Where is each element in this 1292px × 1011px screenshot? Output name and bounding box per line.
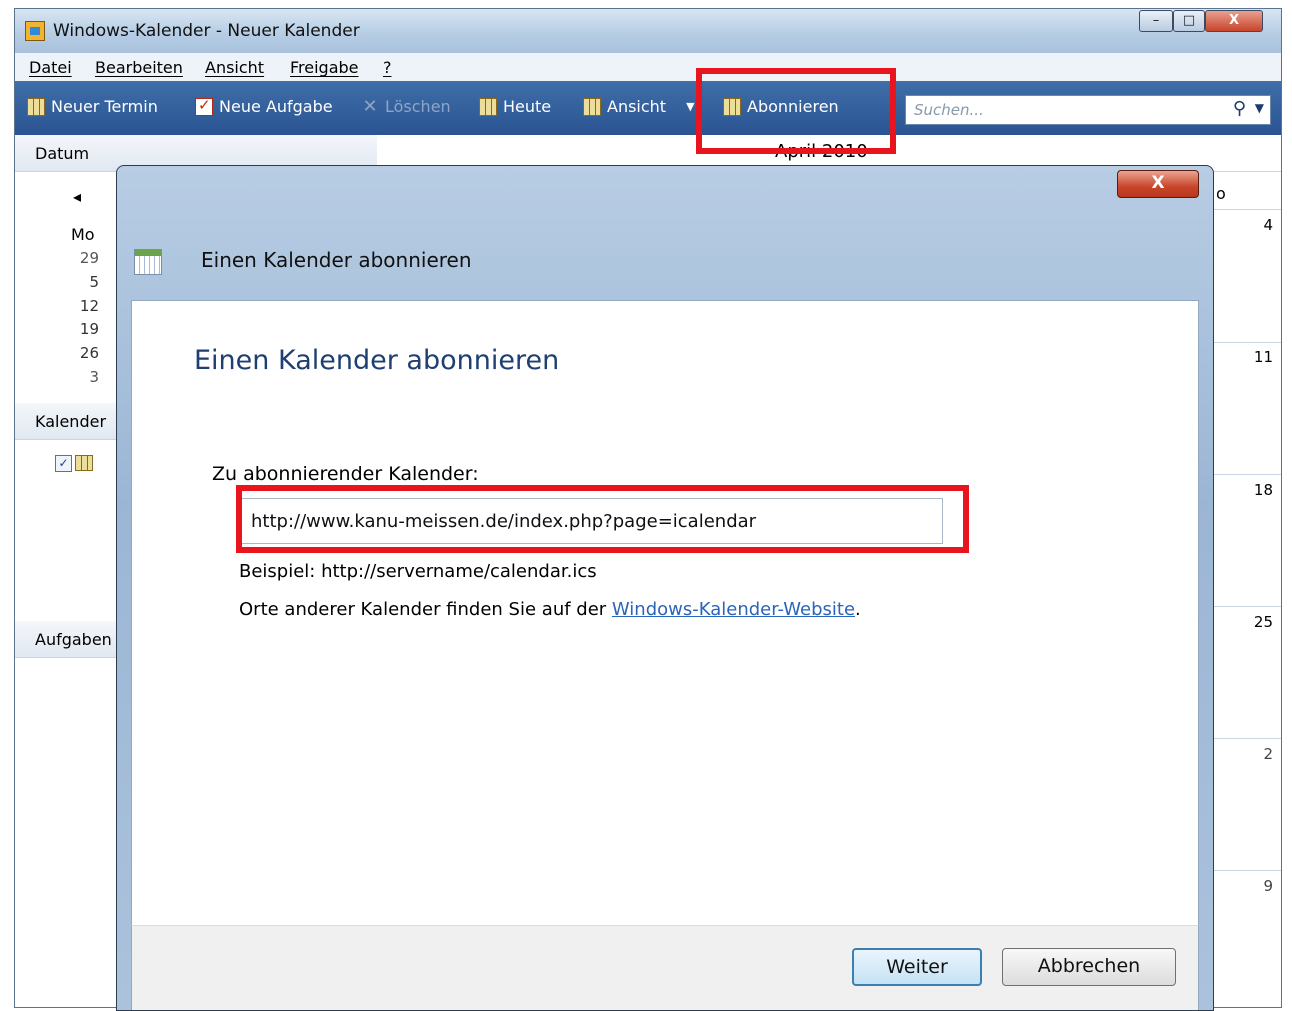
new-task-label: Neue Aufgabe bbox=[219, 97, 333, 116]
menu-bar: Datei Bearbeiten Ansicht Freigabe ? bbox=[15, 53, 1281, 82]
chevron-down-icon: ▼ bbox=[686, 100, 695, 113]
week-divider bbox=[1213, 342, 1281, 343]
find-suffix: . bbox=[855, 599, 861, 620]
delete-x-icon: ✕ bbox=[362, 95, 378, 117]
menu-freigabe[interactable]: Freigabe bbox=[290, 58, 359, 77]
menu-help[interactable]: ? bbox=[383, 58, 392, 77]
find-calendars-text: Orte anderer Kalender finden Sie auf der… bbox=[239, 599, 861, 620]
day-cell-number[interactable]: 18 bbox=[1253, 481, 1273, 499]
day-number[interactable]: 29 bbox=[75, 249, 99, 267]
next-button[interactable]: Weiter bbox=[852, 948, 982, 986]
tasks-header-label: Aufgaben bbox=[35, 630, 112, 649]
menu-datei[interactable]: Datei bbox=[29, 58, 72, 77]
day-number[interactable]: 12 bbox=[75, 297, 99, 315]
day-number[interactable]: 19 bbox=[75, 320, 99, 338]
week-divider bbox=[1213, 606, 1281, 607]
dialog-body: Einen Kalender abonnieren Zu abonnierend… bbox=[131, 300, 1199, 926]
calendar-grid-icon bbox=[479, 97, 497, 116]
today-button[interactable]: Heute bbox=[479, 97, 551, 116]
day-number[interactable]: 3 bbox=[75, 368, 99, 386]
week-divider bbox=[1213, 870, 1281, 871]
url-label: Zu abonnierender Kalender: bbox=[212, 463, 479, 485]
toolbar: Neuer Termin Neue Aufgabe ✕ Löschen Heut… bbox=[15, 81, 1281, 135]
calendar-grid-icon bbox=[27, 97, 45, 116]
week-divider bbox=[1213, 474, 1281, 475]
title-bar[interactable]: Windows-Kalender - Neuer Kalender – □ X bbox=[15, 9, 1281, 53]
day-cell-number[interactable]: 25 bbox=[1253, 613, 1273, 631]
task-check-icon bbox=[195, 96, 213, 116]
windows-calendar-website-link[interactable]: Windows-Kalender-Website bbox=[612, 599, 855, 620]
day-cell-number[interactable]: 4 bbox=[1253, 216, 1273, 234]
find-prefix: Orte anderer Kalender finden Sie auf der bbox=[239, 599, 612, 620]
maximize-button[interactable]: □ bbox=[1173, 10, 1205, 32]
delete-button[interactable]: ✕ Löschen bbox=[361, 95, 451, 117]
menu-ansicht[interactable]: Ansicht bbox=[205, 58, 264, 77]
search-box[interactable]: Suchen... ⚲ ▼ bbox=[905, 95, 1271, 125]
dialog-caption: Einen Kalender abonnieren bbox=[201, 248, 472, 272]
close-window-button[interactable]: X bbox=[1205, 10, 1263, 32]
dialog-footer: Weiter Abbrechen bbox=[131, 925, 1199, 1010]
day-cell-number[interactable]: 11 bbox=[1253, 348, 1273, 366]
week-divider bbox=[1213, 738, 1281, 739]
example-text: Beispiel: http://servername/calendar.ics bbox=[239, 561, 597, 582]
day-number[interactable]: 5 bbox=[75, 273, 99, 291]
subscribe-dialog: X Einen Kalender abonnieren Einen Kalend… bbox=[116, 165, 1214, 1011]
cancel-button[interactable]: Abbrechen bbox=[1002, 948, 1176, 986]
weekday-column-fragment: o bbox=[1216, 184, 1226, 203]
day-cell-number[interactable]: 2 bbox=[1253, 745, 1273, 763]
menu-bearbeiten[interactable]: Bearbeiten bbox=[95, 58, 183, 77]
day-cell-number[interactable]: 9 bbox=[1253, 877, 1273, 895]
search-icon[interactable]: ⚲ bbox=[1233, 98, 1246, 119]
chevron-down-icon[interactable]: ▼ bbox=[1255, 101, 1264, 115]
calendar-icon bbox=[134, 249, 162, 275]
calendar-app-icon bbox=[25, 21, 45, 41]
week-divider bbox=[1213, 209, 1281, 210]
calendar-grid-icon bbox=[75, 455, 93, 471]
dialog-close-button[interactable]: X bbox=[1117, 170, 1199, 198]
delete-label: Löschen bbox=[385, 97, 451, 116]
today-label: Heute bbox=[503, 97, 552, 116]
view-label: Ansicht bbox=[607, 97, 667, 116]
new-appointment-button[interactable]: Neuer Termin bbox=[27, 97, 158, 116]
url-highlight-box bbox=[236, 485, 969, 553]
new-appointment-label: Neuer Termin bbox=[51, 97, 158, 116]
day-number[interactable]: 26 bbox=[75, 344, 99, 362]
calendar-visible-checkbox[interactable]: ✓ bbox=[55, 455, 72, 472]
prev-month-arrow[interactable]: ◂ bbox=[73, 187, 81, 206]
weekday-label: Mo bbox=[71, 225, 95, 244]
calendar-grid-icon bbox=[583, 97, 601, 116]
new-task-button[interactable]: Neue Aufgabe bbox=[195, 96, 333, 116]
subscribe-highlight-box bbox=[696, 68, 896, 154]
date-header-label: Datum bbox=[35, 144, 90, 163]
dialog-heading: Einen Kalender abonnieren bbox=[194, 345, 560, 376]
window-title: Windows-Kalender - Neuer Kalender bbox=[53, 21, 360, 41]
view-button[interactable]: Ansicht ▼ bbox=[583, 97, 695, 116]
search-placeholder: Suchen... bbox=[914, 101, 984, 119]
calendars-header-label: Kalender bbox=[35, 412, 107, 431]
minimize-button[interactable]: – bbox=[1139, 10, 1173, 32]
